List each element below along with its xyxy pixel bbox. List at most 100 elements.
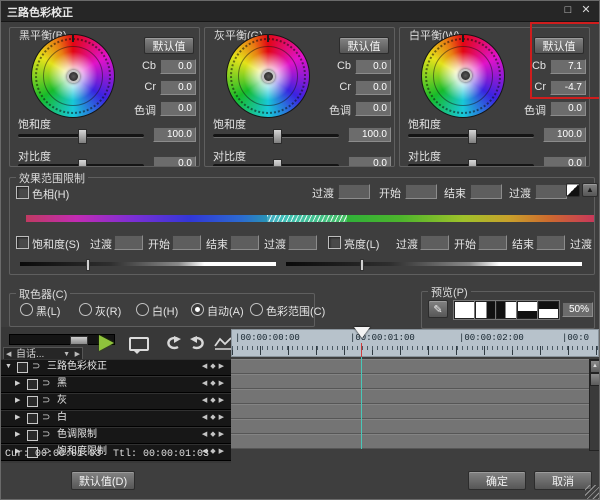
hue-softness-start-field[interactable]: [338, 184, 370, 199]
close-icon[interactable]: ✕: [579, 3, 593, 17]
saturation-field[interactable]: 100.0: [348, 127, 391, 142]
curve-icon[interactable]: [213, 335, 233, 351]
preview-split-bottom-icon[interactable]: [517, 301, 538, 319]
preview-split-left-icon[interactable]: [496, 301, 517, 319]
pen-icon[interactable]: ✎: [428, 300, 448, 318]
expand-icon[interactable]: ▶: [15, 377, 23, 391]
ok-button[interactable]: 确定: [468, 471, 526, 490]
range-handle[interactable]: [360, 259, 364, 271]
wheel-handle[interactable]: [67, 70, 80, 83]
redo-icon[interactable]: [188, 335, 210, 351]
timeline-ruler[interactable]: |00:00:00:00 |00:00:01:00 |00:00:02:00 |…: [231, 329, 599, 357]
sat-start-field[interactable]: [172, 235, 201, 250]
track-row[interactable]: ▶ ⊃ 色调限制 ◀◆▶: [1, 427, 231, 444]
luma-start-field[interactable]: [478, 235, 507, 250]
keyframe-track-area[interactable]: [231, 359, 589, 449]
hue-softness-end-field[interactable]: [535, 184, 567, 199]
luma-range-bar[interactable]: [286, 259, 582, 271]
maximize-icon[interactable]: □: [561, 3, 575, 17]
sat-end-field[interactable]: [230, 235, 259, 250]
hue-field[interactable]: 0.0: [355, 101, 391, 116]
slider-handle[interactable]: [273, 159, 282, 166]
keyframe-nav[interactable]: ◀◆▶: [202, 360, 227, 374]
collapse-icon[interactable]: ▼: [5, 360, 13, 374]
keyframe-nav[interactable]: ◀◆▶: [202, 428, 227, 442]
expand-icon[interactable]: ▶: [15, 428, 23, 442]
keyframe-toggle-icon[interactable]: ⊃: [42, 411, 50, 425]
default-value-button[interactable]: 默认值: [144, 37, 194, 54]
preview-split-top-icon[interactable]: [538, 301, 559, 319]
expand-icon[interactable]: ▶: [15, 394, 23, 408]
keyframe-lane[interactable]: [231, 419, 589, 434]
display-toggle-icon[interactable]: [129, 337, 149, 354]
contrast-slider[interactable]: [408, 159, 534, 166]
color-wheel[interactable]: [226, 34, 310, 118]
play-button[interactable]: [99, 335, 114, 351]
slider-handle[interactable]: [468, 129, 477, 144]
sat-softness-start-field[interactable]: [114, 235, 143, 250]
keyframe-nav[interactable]: ◀◆▶: [202, 411, 227, 425]
radio-white[interactable]: [136, 303, 149, 316]
slider-handle[interactable]: [78, 159, 87, 166]
keyframe-lane[interactable]: [231, 404, 589, 419]
radio-color-range[interactable]: [250, 303, 263, 316]
scrollbar-thumb[interactable]: [590, 373, 599, 386]
invert-mask-icon[interactable]: [566, 183, 580, 197]
track-checkbox[interactable]: [27, 413, 38, 424]
luma-softness-start-field[interactable]: [420, 235, 449, 250]
cr-field[interactable]: 0.0: [355, 80, 391, 95]
track-row[interactable]: ▶ ⊃ 白 ◀◆▶: [1, 410, 231, 427]
preview-zoom-field[interactable]: 50%: [562, 302, 593, 317]
color-wheel[interactable]: [421, 34, 505, 118]
luma-limit-checkbox[interactable]: [328, 236, 341, 249]
slider-handle[interactable]: [468, 159, 477, 166]
contrast-field[interactable]: 0.0: [348, 156, 391, 166]
saturation-slider[interactable]: [18, 129, 144, 144]
sat-softness-end-field[interactable]: [288, 235, 317, 250]
track-row[interactable]: ▶ ⊃ 灰 ◀◆▶: [1, 393, 231, 410]
track-checkbox[interactable]: [17, 362, 28, 373]
expand-icon[interactable]: ▶: [15, 411, 23, 425]
radio-auto[interactable]: [191, 303, 204, 316]
hue-start-field[interactable]: [405, 184, 437, 199]
keyframe-toggle-icon[interactable]: ⊃: [42, 377, 50, 391]
cb-field[interactable]: 0.0: [355, 59, 391, 74]
keyframe-toggle-icon[interactable]: ⊃: [32, 360, 40, 374]
cb-field[interactable]: 0.0: [160, 59, 196, 74]
hue-range-selection[interactable]: [267, 215, 347, 222]
undo-icon[interactable]: [161, 335, 183, 351]
radio-auto-label[interactable]: 自动(A): [207, 303, 244, 319]
contrast-field[interactable]: 0.0: [153, 156, 196, 166]
saturation-field[interactable]: 100.0: [543, 127, 586, 142]
keyframe-toggle-icon[interactable]: ⊃: [42, 428, 50, 442]
saturation-field[interactable]: 100.0: [153, 127, 196, 142]
preview-split-right-icon[interactable]: [475, 301, 496, 319]
range-handle[interactable]: [86, 259, 90, 271]
saturation-range-bar[interactable]: [20, 259, 276, 271]
default-all-button[interactable]: 默认值(D): [71, 471, 135, 490]
contrast-field[interactable]: 0.0: [543, 156, 586, 166]
saturation-slider[interactable]: [213, 129, 339, 144]
cancel-button[interactable]: 取消: [534, 471, 592, 490]
contrast-slider[interactable]: [18, 159, 144, 166]
keyframe-lane[interactable]: [231, 434, 589, 449]
track-checkbox[interactable]: [27, 379, 38, 390]
track-checkbox[interactable]: [27, 430, 38, 441]
zoom-slider-handle[interactable]: [70, 336, 89, 345]
keyframe-nav[interactable]: ◀◆▶: [202, 394, 227, 408]
title-bar[interactable]: 三路色彩校正 □ ✕: [1, 1, 599, 22]
track-row[interactable]: ▼ ⊃ 三路色彩校正 ◀◆▶: [1, 359, 231, 376]
radio-color-range-label[interactable]: 色彩范围(C): [266, 303, 325, 319]
wheel-handle[interactable]: [262, 70, 275, 83]
color-wheel[interactable]: [31, 34, 115, 118]
resize-grip[interactable]: [585, 485, 599, 499]
saturation-slider[interactable]: [408, 129, 534, 144]
radio-black[interactable]: [20, 303, 33, 316]
luma-end-field[interactable]: [536, 235, 565, 250]
hue-end-field[interactable]: [470, 184, 502, 199]
radio-gray-label[interactable]: 灰(R): [95, 303, 121, 319]
preview-full-icon[interactable]: [454, 301, 475, 319]
radio-black-label[interactable]: 黑(L): [36, 303, 60, 319]
contrast-slider[interactable]: [213, 159, 339, 166]
hue-limit-checkbox[interactable]: [16, 186, 29, 199]
